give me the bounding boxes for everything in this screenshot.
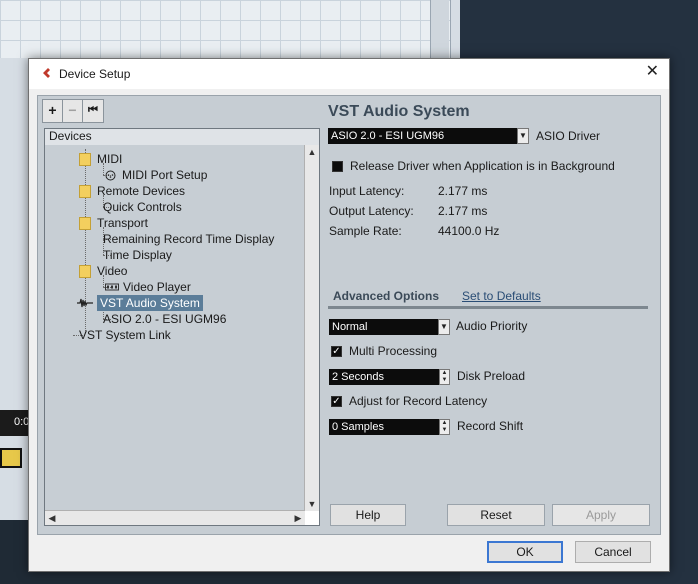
tree-item-remote-devices[interactable]: Remote Devices: [79, 183, 185, 199]
audio-waveform-icon: [77, 298, 93, 308]
folder-icon: [79, 152, 91, 166]
multi-processing-checkbox[interactable]: ✓: [331, 346, 342, 357]
tree-item-remaining-record-time[interactable]: Remaining Record Time Display: [103, 231, 274, 247]
section-divider: [328, 306, 648, 309]
midi-port-icon: [105, 170, 116, 180]
device-toolbar: + − ⏮: [42, 99, 104, 123]
spin-down-icon[interactable]: ▼: [440, 427, 449, 434]
audio-priority-value: Normal: [332, 321, 368, 333]
title-bar: Device Setup ✕: [29, 59, 669, 89]
tree-item-label: Quick Controls: [103, 200, 182, 214]
chevron-down-icon[interactable]: ▼: [438, 319, 450, 335]
asio-driver-value: ASIO 2.0 - ESI UGM96: [331, 130, 445, 142]
folder-icon: [79, 184, 91, 198]
multi-processing-label: Multi Processing: [349, 344, 438, 358]
spin-buttons[interactable]: ▲ ▼: [439, 419, 450, 435]
tree-item-asio-driver[interactable]: ASIO 2.0 - ESI UGM96: [103, 311, 226, 327]
remove-device-button[interactable]: −: [63, 100, 83, 122]
tree-item-vst-system-link[interactable]: VST System Link: [79, 327, 171, 343]
scroll-down-icon[interactable]: ▼: [305, 497, 319, 511]
background-time-display: 0:0: [0, 410, 30, 436]
tree-item-label: MIDI: [97, 152, 123, 166]
output-latency-label: Output Latency:: [329, 204, 414, 218]
spin-up-icon[interactable]: ▲: [440, 370, 449, 377]
folder-icon: [79, 216, 91, 230]
scroll-right-icon[interactable]: ▶: [291, 511, 305, 525]
tree-item-label: Remote Devices: [97, 184, 186, 198]
panel-title: VST Audio System: [328, 103, 470, 120]
scroll-left-icon[interactable]: ◀: [45, 511, 59, 525]
tree-item-label: Time Display: [103, 248, 172, 262]
disk-preload-stepper[interactable]: 2 Seconds ▲ ▼: [329, 369, 450, 385]
tree-item-video[interactable]: Video: [79, 263, 127, 279]
asio-driver-select[interactable]: ASIO 2.0 - ESI UGM96 ▼: [328, 128, 529, 144]
sample-rate-label: Sample Rate:: [329, 224, 402, 238]
advanced-options-title: Advanced Options: [333, 289, 440, 303]
background-scrollbar: [430, 0, 449, 58]
cancel-button[interactable]: Cancel: [575, 541, 651, 563]
audio-priority-label: Audio Priority: [456, 319, 528, 333]
tree-item-label: Video: [97, 264, 128, 278]
disk-preload-label: Disk Preload: [457, 369, 526, 383]
spin-up-icon[interactable]: ▲: [440, 420, 449, 427]
record-shift-stepper[interactable]: 0 Samples ▲ ▼: [329, 419, 450, 435]
window-title: Device Setup: [59, 67, 131, 81]
input-latency-value: 2.177 ms: [438, 184, 488, 198]
tree-item-label: Video Player: [123, 280, 191, 294]
release-driver-checkbox[interactable]: [332, 161, 343, 172]
output-latency-value: 2.177 ms: [438, 204, 488, 218]
sample-rate-value: 44100.0 Hz: [438, 224, 500, 238]
ok-button[interactable]: OK: [487, 541, 563, 563]
tree-item-quick-controls[interactable]: Quick Controls: [103, 199, 182, 215]
tree-item-transport[interactable]: Transport: [79, 215, 148, 231]
scroll-up-icon[interactable]: ▲: [305, 145, 319, 159]
spin-down-icon[interactable]: ▼: [440, 377, 449, 384]
set-to-defaults-link[interactable]: Set to Defaults: [462, 289, 541, 303]
reset-button[interactable]: Reset: [447, 504, 545, 526]
device-setup-dialog: Device Setup ✕ + − ⏮ Devices MIDI MIDI P…: [28, 58, 670, 572]
tree-item-label: ASIO 2.0 - ESI UGM96: [103, 312, 227, 326]
cubase-logo-icon: [43, 68, 50, 78]
tree-item-time-display[interactable]: Time Display: [103, 247, 172, 263]
tree-item-video-player[interactable]: Video Player: [105, 279, 191, 295]
tree-item-vst-audio-system[interactable]: VST Audio System: [77, 295, 203, 311]
record-shift-label: Record Shift: [457, 419, 524, 433]
dialog-content: + − ⏮ Devices MIDI MIDI Port Setup Remot…: [37, 95, 661, 535]
audio-priority-select[interactable]: Normal ▼: [329, 319, 450, 335]
disk-preload-value: 2 Seconds: [332, 371, 384, 383]
apply-button[interactable]: Apply: [552, 504, 650, 526]
tree-item-label-selected: VST Audio System: [97, 295, 203, 311]
asio-driver-label: ASIO Driver: [536, 129, 601, 143]
tree-item-label: Transport: [97, 216, 148, 230]
tree-item-label: MIDI Port Setup: [122, 168, 208, 182]
help-button[interactable]: Help: [330, 504, 406, 526]
reset-device-button[interactable]: ⏮: [83, 100, 103, 122]
input-latency-label: Input Latency:: [329, 184, 405, 198]
adjust-record-latency-label: Adjust for Record Latency: [349, 394, 488, 408]
adjust-record-latency-checkbox[interactable]: ✓: [331, 396, 342, 407]
release-driver-label: Release Driver when Application is in Ba…: [350, 159, 615, 173]
tree-item-midi-port-setup[interactable]: MIDI Port Setup: [105, 167, 207, 183]
spin-buttons[interactable]: ▲ ▼: [439, 369, 450, 385]
tree-item-label: VST System Link: [79, 328, 171, 342]
devices-header: Devices: [45, 129, 319, 146]
close-icon[interactable]: ✕: [646, 64, 659, 80]
devices-tree: Devices MIDI MIDI Port Setup Remote Devi…: [44, 128, 320, 526]
background-grid: [0, 0, 451, 58]
tree-item-label: Remaining Record Time Display: [103, 232, 275, 246]
vst-audio-system-panel: VST Audio System ASIO 2.0 - ESI UGM96 ▼ …: [328, 96, 658, 534]
folder-icon: [79, 264, 91, 278]
video-player-icon: [105, 283, 119, 291]
record-shift-value: 0 Samples: [332, 421, 384, 433]
tree-horizontal-scrollbar[interactable]: ◀ ▶: [45, 510, 305, 525]
chevron-down-icon[interactable]: ▼: [517, 128, 529, 144]
add-device-button[interactable]: +: [43, 100, 63, 122]
devices-tree-body: MIDI MIDI Port Setup Remote Devices Quic…: [45, 145, 305, 511]
background-button: [0, 448, 22, 468]
tree-vertical-scrollbar[interactable]: ▲ ▼: [304, 145, 319, 511]
tree-item-midi[interactable]: MIDI: [79, 151, 122, 167]
